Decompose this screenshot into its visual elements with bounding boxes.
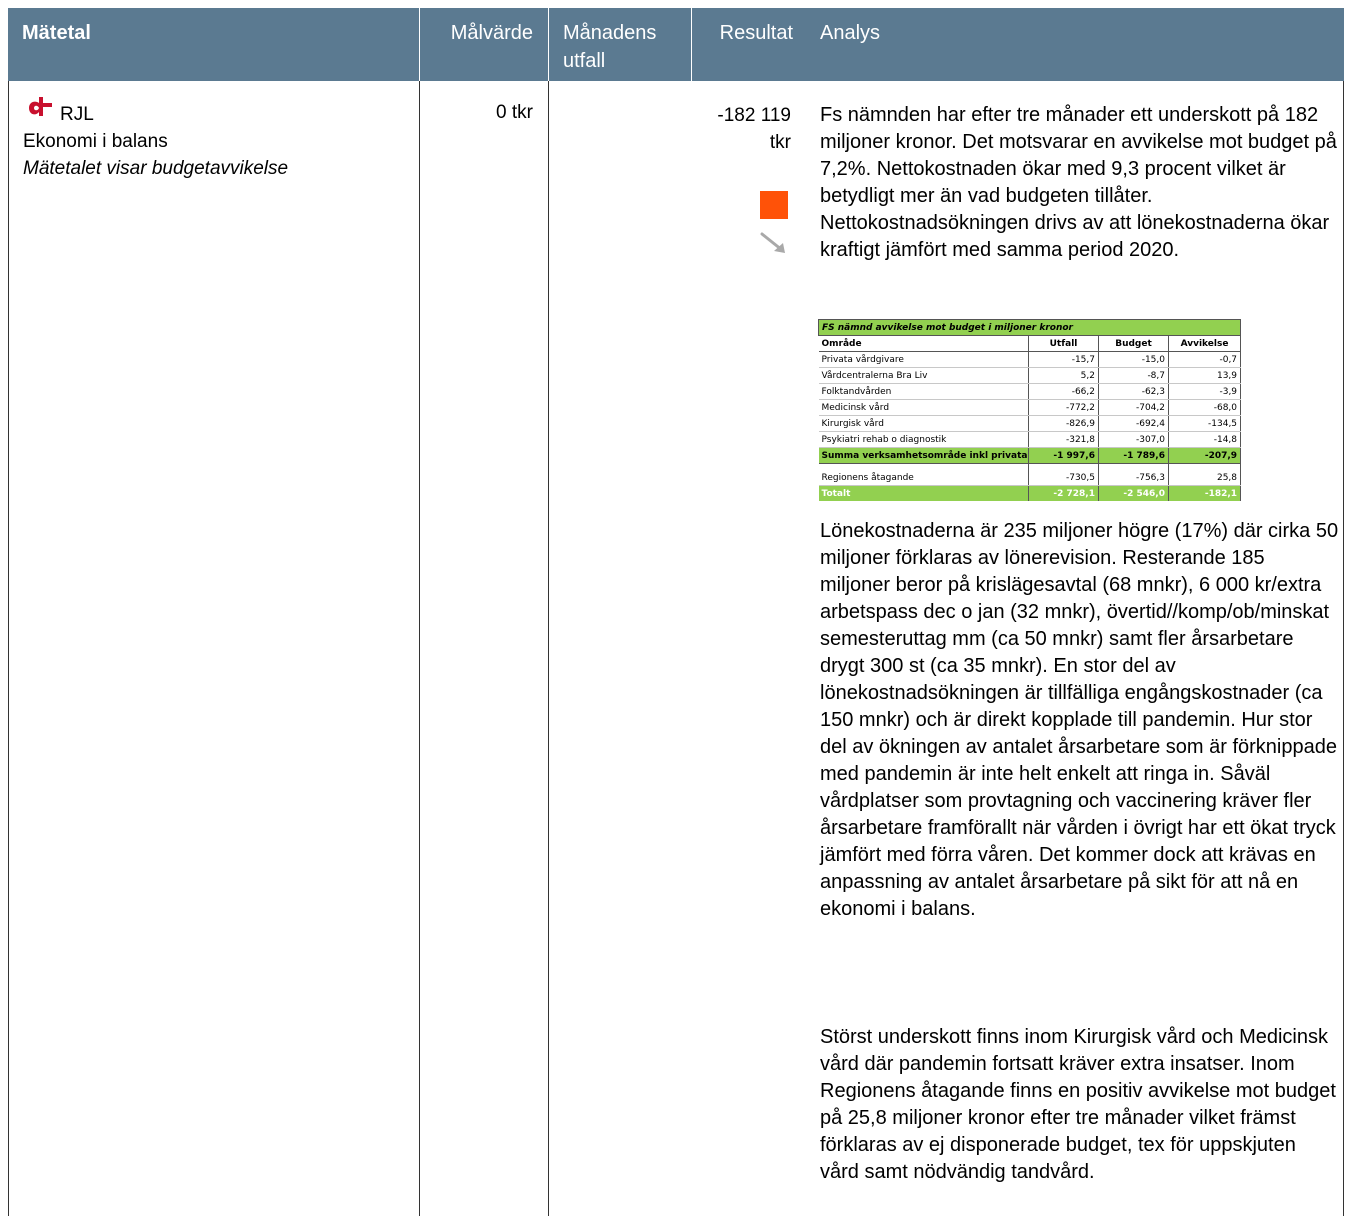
cell: -756,3 [1098,470,1169,486]
cell: Vårdcentralerna Bra Liv [818,367,1029,384]
col-utfall: Utfall [1028,335,1099,352]
analysis-paragraph-2: Lönekostnaderna är 235 miljoner högre (1… [820,518,1340,923]
cell: -307,0 [1098,431,1169,448]
cell: -3,9 [1168,383,1242,400]
table-header: Mätetal Målvärde Månadens utfall Resulta… [8,8,1344,81]
table-row: Medicinsk vård -772,2 -704,2 -68,0 [818,399,1242,416]
cell: -1 997,6 [1028,447,1099,464]
cell: 5,2 [1028,367,1099,384]
cell: Psykiatri rehab o diagnostik [818,431,1029,448]
table-row: Kirurgisk vård -826,9 -692,4 -134,5 [818,415,1242,432]
metric-name: Ekonomi i balans [23,131,168,152]
status-indicator [760,191,788,219]
analysis-paragraph-3: Störst underskott finns inom Kirurgisk v… [820,1024,1340,1186]
budget-deviation-table: FS nämnd avvikelse mot budget i miljoner… [817,319,1242,501]
cell: -2 728,1 [1028,485,1099,501]
target-value: 0 tkr [496,102,533,123]
header-result: Resultat [719,22,793,44]
cell: -14,8 [1168,431,1242,448]
cell: 25,8 [1168,470,1242,486]
header-target: Målvärde [450,22,533,44]
analysis-paragraph-1: Fs nämnden har efter tre månader ett und… [820,102,1340,264]
column-divider [1343,81,1344,1216]
cell: Regionens åtagande [818,470,1029,486]
cell: -704,2 [1098,399,1169,416]
result-value: -182 119 tkr [717,105,791,153]
cell: -68,0 [1168,399,1242,416]
cell: Privata vårdgivare [818,351,1029,368]
cell: -8,7 [1098,367,1169,384]
column-divider [419,81,420,1216]
header-metric: Mätetal [22,22,91,44]
cell: -730,5 [1028,470,1099,486]
cell: Kirurgisk vård [818,415,1029,432]
table-row: Regionens åtagande -730,5 -756,3 25,8 [818,470,1242,486]
trend-down-right-icon [760,232,785,253]
cell: Folktandvården [818,383,1029,400]
subtotal-row: Summa verksamhetsområde inkl privata -1 … [818,447,1242,464]
cell: 13,9 [1168,367,1242,384]
header-analysis: Analys [820,22,881,44]
total-row: Totalt -2 728,1 -2 546,0 -182,1 [818,485,1242,501]
table-row: Folktandvården -66,2 -62,3 -3,9 [818,383,1242,400]
table-row: Privata vårdgivare -15,7 -15,0 -0,7 [818,351,1242,368]
cell: -182,1 [1168,485,1242,501]
budget-table-title: FS nämnd avvikelse mot budget i miljoner… [817,319,1242,336]
cell: -207,9 [1168,447,1242,464]
cell: -62,3 [1098,383,1169,400]
column-divider [548,81,549,1216]
cell: -134,5 [1168,415,1242,432]
cell: -15,0 [1098,351,1169,368]
organization-label: RJL [60,104,94,125]
cell: -66,2 [1028,383,1099,400]
analysis-text: Lönekostnaderna är 235 miljoner högre (1… [820,520,1339,920]
header-divider [691,8,692,81]
cell: -692,4 [1098,415,1169,432]
col-omrade: Område [818,335,1029,352]
cell: Medicinsk vård [818,399,1029,416]
column-divider [8,81,9,1216]
cell: Summa verksamhetsområde inkl privata [818,447,1029,464]
analysis-text: Störst underskott finns inom Kirurgisk v… [820,1026,1336,1183]
table-row: Psykiatri rehab o diagnostik -321,8 -307… [818,431,1242,448]
header-monthly-outcome: Månadens utfall [563,22,657,72]
budget-table-header: Område Utfall Budget Avvikelse [818,335,1242,352]
measures-table: Mätetal Målvärde Månadens utfall Resulta… [8,8,1344,1216]
cell: -321,8 [1028,431,1099,448]
cell: -1 789,6 [1098,447,1169,464]
cell: -0,7 [1168,351,1242,368]
header-divider [548,8,549,81]
table-row: Vårdcentralerna Bra Liv 5,2 -8,7 13,9 [818,367,1242,384]
analysis-text: Fs nämnden har efter tre månader ett und… [820,104,1337,261]
cell: -772,2 [1028,399,1099,416]
cell: -15,7 [1028,351,1099,368]
cell: -2 546,0 [1098,485,1169,501]
cell: Totalt [818,485,1029,501]
col-budget: Budget [1098,335,1169,352]
region-logo-icon [29,97,52,116]
cell: -826,9 [1028,415,1099,432]
col-avvikelse: Avvikelse [1168,335,1242,352]
metric-description: Mätetalet visar budgetavvikelse [23,158,289,179]
